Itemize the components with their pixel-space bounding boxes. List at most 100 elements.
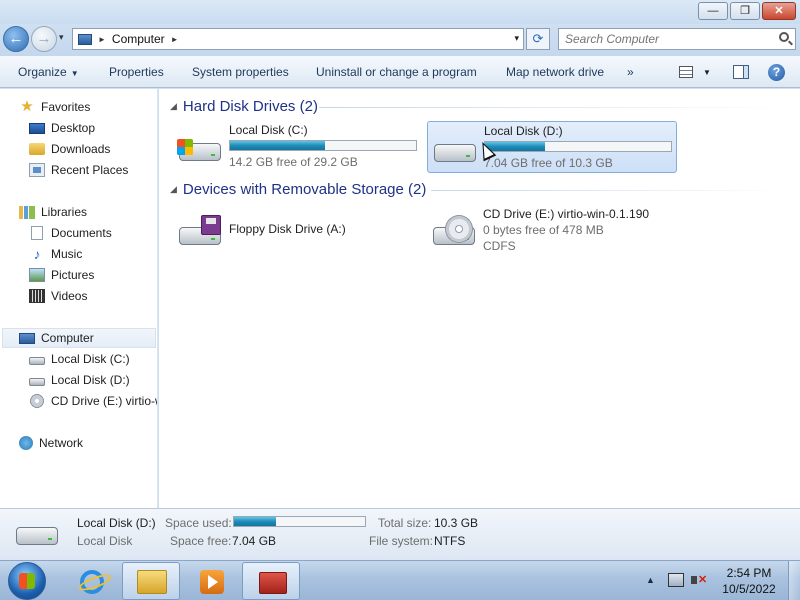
- cd-drive-icon: [29, 394, 45, 408]
- cd-drive-icon: [431, 215, 477, 249]
- star-icon: ★: [20, 98, 34, 115]
- floppy-drive-icon: [177, 215, 223, 249]
- drive-tile-cd[interactable]: CD Drive (E:) virtio-win-0.1.190 0 bytes…: [427, 205, 677, 257]
- nav-local-disk-d[interactable]: Local Disk (D:): [29, 370, 130, 390]
- computer-icon: [19, 332, 35, 344]
- search-icon[interactable]: [779, 32, 789, 42]
- nav-pictures[interactable]: Pictures: [29, 265, 94, 285]
- search-box[interactable]: [558, 28, 796, 50]
- back-button[interactable]: ←: [3, 26, 29, 52]
- nav-label: Recent Places: [51, 163, 129, 177]
- group-title: Devices with Removable Storage (2): [182, 181, 427, 198]
- documents-icon: [31, 226, 43, 240]
- taskbar-windows-explorer[interactable]: [122, 562, 180, 600]
- group-title: Hard Disk Drives (2): [182, 98, 318, 115]
- computer-icon: [78, 33, 92, 45]
- nav-label: Local Disk (D:): [51, 373, 130, 387]
- toolbox-icon: [259, 572, 287, 594]
- drive-name: Local Disk (C:): [229, 123, 308, 137]
- network-status-icon[interactable]: [668, 573, 684, 587]
- breadcrumb-separator[interactable]: ►: [171, 35, 179, 44]
- nav-videos[interactable]: Videos: [29, 286, 87, 306]
- details-pane: Local Disk (D:) Local Disk Space used: S…: [0, 508, 800, 560]
- recent-pages-dropdown[interactable]: ▾: [59, 32, 64, 43]
- nav-documents[interactable]: Documents: [29, 223, 112, 243]
- breadcrumb-separator[interactable]: ►: [98, 35, 106, 44]
- nav-music[interactable]: ♪ Music: [29, 244, 83, 264]
- space-used-bar: [233, 516, 366, 527]
- collapse-triangle-icon[interactable]: ◢: [170, 101, 177, 112]
- nav-computer[interactable]: Computer: [2, 328, 156, 348]
- nav-network[interactable]: Network: [19, 433, 83, 453]
- drive-tile-floppy[interactable]: Floppy Disk Drive (A:): [173, 205, 423, 257]
- close-button[interactable]: ✕: [762, 2, 796, 20]
- clock-time: 2:54 PM: [726, 566, 772, 580]
- nav-label: Local Disk (C:): [51, 352, 130, 366]
- nav-cd-drive[interactable]: CD Drive (E:) virtio-w: [29, 391, 157, 411]
- breadcrumb-computer[interactable]: Computer: [112, 32, 165, 46]
- minimize-button[interactable]: —: [698, 2, 728, 20]
- libraries-icon: [19, 205, 35, 219]
- hard-drive-icon: [14, 521, 62, 551]
- nav-label: Pictures: [51, 268, 95, 282]
- start-button[interactable]: [8, 562, 46, 600]
- drive-tile-c[interactable]: Local Disk (C:) 14.2 GB free of 29.2 GB: [173, 121, 423, 173]
- clock-date: 10/5/2022: [722, 582, 776, 596]
- refresh-button[interactable]: ⟳: [526, 28, 550, 50]
- nav-recent-places[interactable]: Recent Places: [29, 160, 128, 180]
- windows-drive-icon: [177, 131, 223, 165]
- nav-label: Network: [39, 436, 84, 450]
- search-input[interactable]: [565, 29, 765, 49]
- details-type: Local Disk: [77, 534, 133, 548]
- drive-name: Floppy Disk Drive (A:): [229, 222, 346, 236]
- address-dropdown-icon[interactable]: ▾: [514, 33, 519, 44]
- nav-local-disk-c[interactable]: Local Disk (C:): [29, 349, 130, 369]
- collapse-triangle-icon[interactable]: ◢: [170, 184, 177, 195]
- navigation-pane: ★ Favorites Desktop Downloads Recent Plac…: [0, 89, 158, 508]
- space-free-label: Space free:: [170, 534, 232, 548]
- nav-favorites[interactable]: ★ Favorites: [19, 97, 90, 117]
- group-header-hard-disks[interactable]: ◢ Hard Disk Drives (2): [170, 98, 318, 115]
- map-network-drive-button[interactable]: Map network drive: [506, 65, 604, 79]
- network-icon: [19, 436, 33, 450]
- group-header-removable[interactable]: ◢ Devices with Removable Storage (2): [170, 181, 426, 198]
- forward-button[interactable]: →: [31, 26, 57, 52]
- drive-free-space: 14.2 GB free of 29.2 GB: [229, 155, 358, 169]
- internet-explorer-icon: [80, 570, 104, 594]
- taskbar-media-player[interactable]: [182, 562, 240, 600]
- nav-label: Documents: [51, 226, 112, 240]
- address-bar[interactable]: ► Computer ► ▾: [72, 28, 524, 50]
- drive-tile-d[interactable]: Local Disk (D:) 7.04 GB free of 10.3 GB: [427, 121, 677, 173]
- maximize-button[interactable]: ❐: [730, 2, 760, 20]
- organize-button[interactable]: Organize ▼: [18, 65, 79, 79]
- group-divider: [319, 107, 789, 108]
- system-clock[interactable]: 2:54 PM 10/5/2022: [716, 565, 782, 597]
- taskbar-internet-explorer[interactable]: [62, 562, 120, 600]
- group-divider: [431, 190, 789, 191]
- change-view-icon[interactable]: [679, 66, 693, 78]
- view-options-dropdown-icon[interactable]: ▼: [703, 68, 711, 77]
- downloads-folder-icon: [29, 143, 45, 155]
- nav-label: Libraries: [41, 205, 88, 219]
- nav-libraries[interactable]: Libraries: [19, 202, 87, 222]
- taskbar-toolbox-app[interactable]: [242, 562, 300, 600]
- nav-downloads[interactable]: Downloads: [29, 139, 110, 159]
- title-bar: — ❐ ✕: [0, 0, 800, 24]
- properties-button[interactable]: Properties: [109, 65, 164, 79]
- help-icon[interactable]: ?: [768, 64, 785, 81]
- show-hidden-icons-button[interactable]: ▲: [646, 575, 655, 585]
- recent-places-icon: [29, 163, 45, 177]
- uninstall-program-button[interactable]: Uninstall or change a program: [316, 65, 477, 79]
- total-size-label: Total size:: [378, 516, 432, 530]
- volume-muted-icon[interactable]: [691, 573, 707, 587]
- pictures-icon: [29, 268, 45, 282]
- drive-usage-fill: [230, 141, 325, 150]
- chevron-down-icon: ▼: [70, 69, 79, 78]
- nav-desktop[interactable]: Desktop: [29, 118, 95, 138]
- show-desktop-button[interactable]: [788, 561, 800, 600]
- system-properties-button[interactable]: System properties: [192, 65, 289, 79]
- file-system-label: File system:: [369, 534, 434, 548]
- media-player-icon: [200, 570, 224, 594]
- more-commands-button[interactable]: »: [627, 65, 634, 79]
- preview-pane-icon[interactable]: [733, 65, 749, 79]
